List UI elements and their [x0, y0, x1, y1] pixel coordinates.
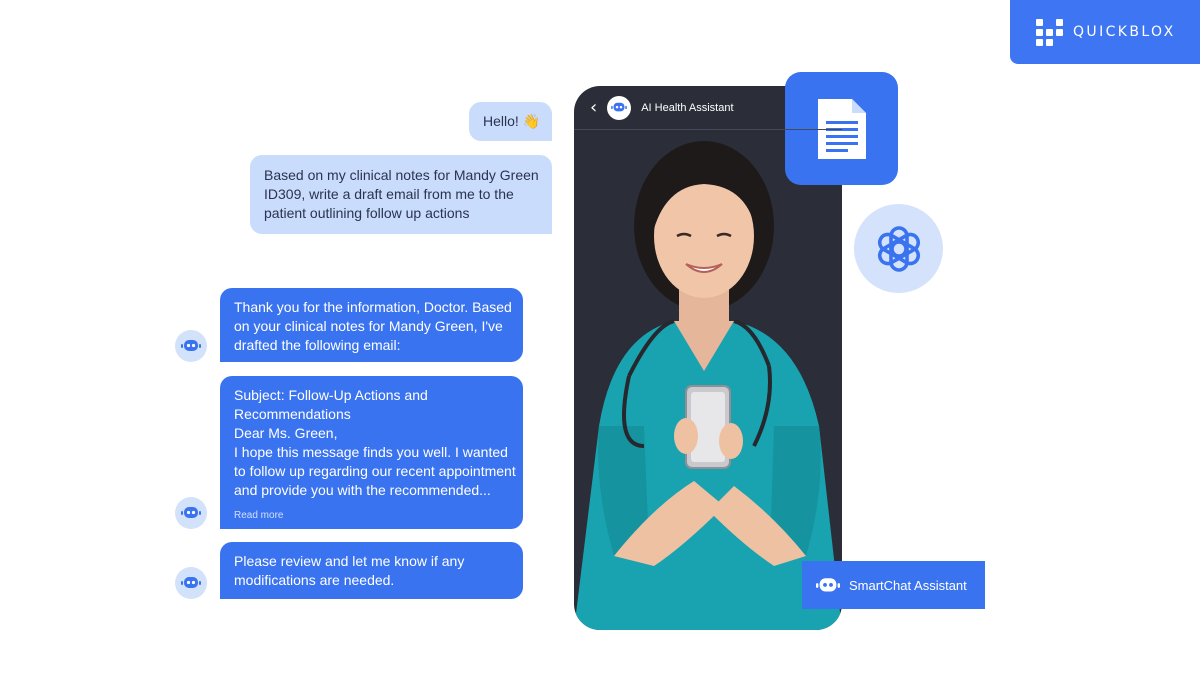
robot-icon — [611, 102, 628, 112]
bot-message-1: Thank you for the information, Doctor. B… — [220, 288, 523, 362]
robot-icon — [181, 577, 201, 588]
message-line: Dear Ms. Green, — [234, 425, 338, 441]
message-line: to follow up regarding our recent appoin… — [234, 463, 516, 479]
assistant-avatar — [607, 95, 632, 120]
openai-logo-icon — [877, 225, 920, 272]
message-line: and provide you with the recommended... — [234, 482, 491, 498]
message-line: Recommendations — [234, 406, 351, 422]
bot-message-2: Subject: Follow-Up Actions and Recommend… — [220, 376, 523, 529]
message-line: on your clinical notes for Mandy Green, … — [234, 318, 503, 334]
message-line: modifications are needed. — [234, 572, 395, 588]
quickblox-logo[interactable]: QUICKBLOX — [1010, 0, 1200, 64]
chevron-left-icon[interactable]: ‹ — [590, 98, 597, 117]
message-line: drafted the following email: — [234, 337, 401, 353]
message-line: Based on my clinical notes for Mandy Gre… — [264, 167, 539, 183]
message-line: Thank you for the information, Doctor. B… — [234, 299, 512, 315]
openai-badge — [854, 204, 943, 293]
user-message-2: Based on my clinical notes for Mandy Gre… — [250, 155, 552, 234]
logo-mark-icon — [1036, 18, 1063, 46]
phone-chat-header: ‹ AI Health Assistant — [574, 86, 842, 130]
message-line: Please review and let me know if any — [234, 553, 465, 569]
bot-avatar — [175, 330, 207, 362]
bot-message-3: Please review and let me know if any mod… — [220, 542, 523, 599]
robot-icon — [816, 577, 840, 591]
robot-icon — [181, 340, 201, 351]
bot-avatar — [175, 497, 207, 529]
logo-text: QUICKBLOX — [1073, 24, 1176, 40]
read-more-link[interactable]: Read more — [234, 506, 509, 525]
message-line: I hope this message finds you well. I wa… — [234, 444, 508, 460]
message-line: Subject: Follow-Up Actions and — [234, 387, 428, 403]
message-line: ID309, write a draft email from me to th… — [264, 186, 514, 202]
smartchat-assistant-badge[interactable]: SmartChat Assistant — [802, 561, 985, 609]
message-line: Hello! 👋 — [483, 113, 541, 129]
chat-title: AI Health Assistant — [641, 101, 734, 114]
robot-icon — [181, 507, 201, 518]
smartchat-label: SmartChat Assistant — [849, 577, 967, 593]
message-line: patient outlining follow up actions — [264, 205, 470, 221]
bot-avatar — [175, 567, 207, 599]
user-message-1: Hello! 👋 — [469, 102, 552, 141]
